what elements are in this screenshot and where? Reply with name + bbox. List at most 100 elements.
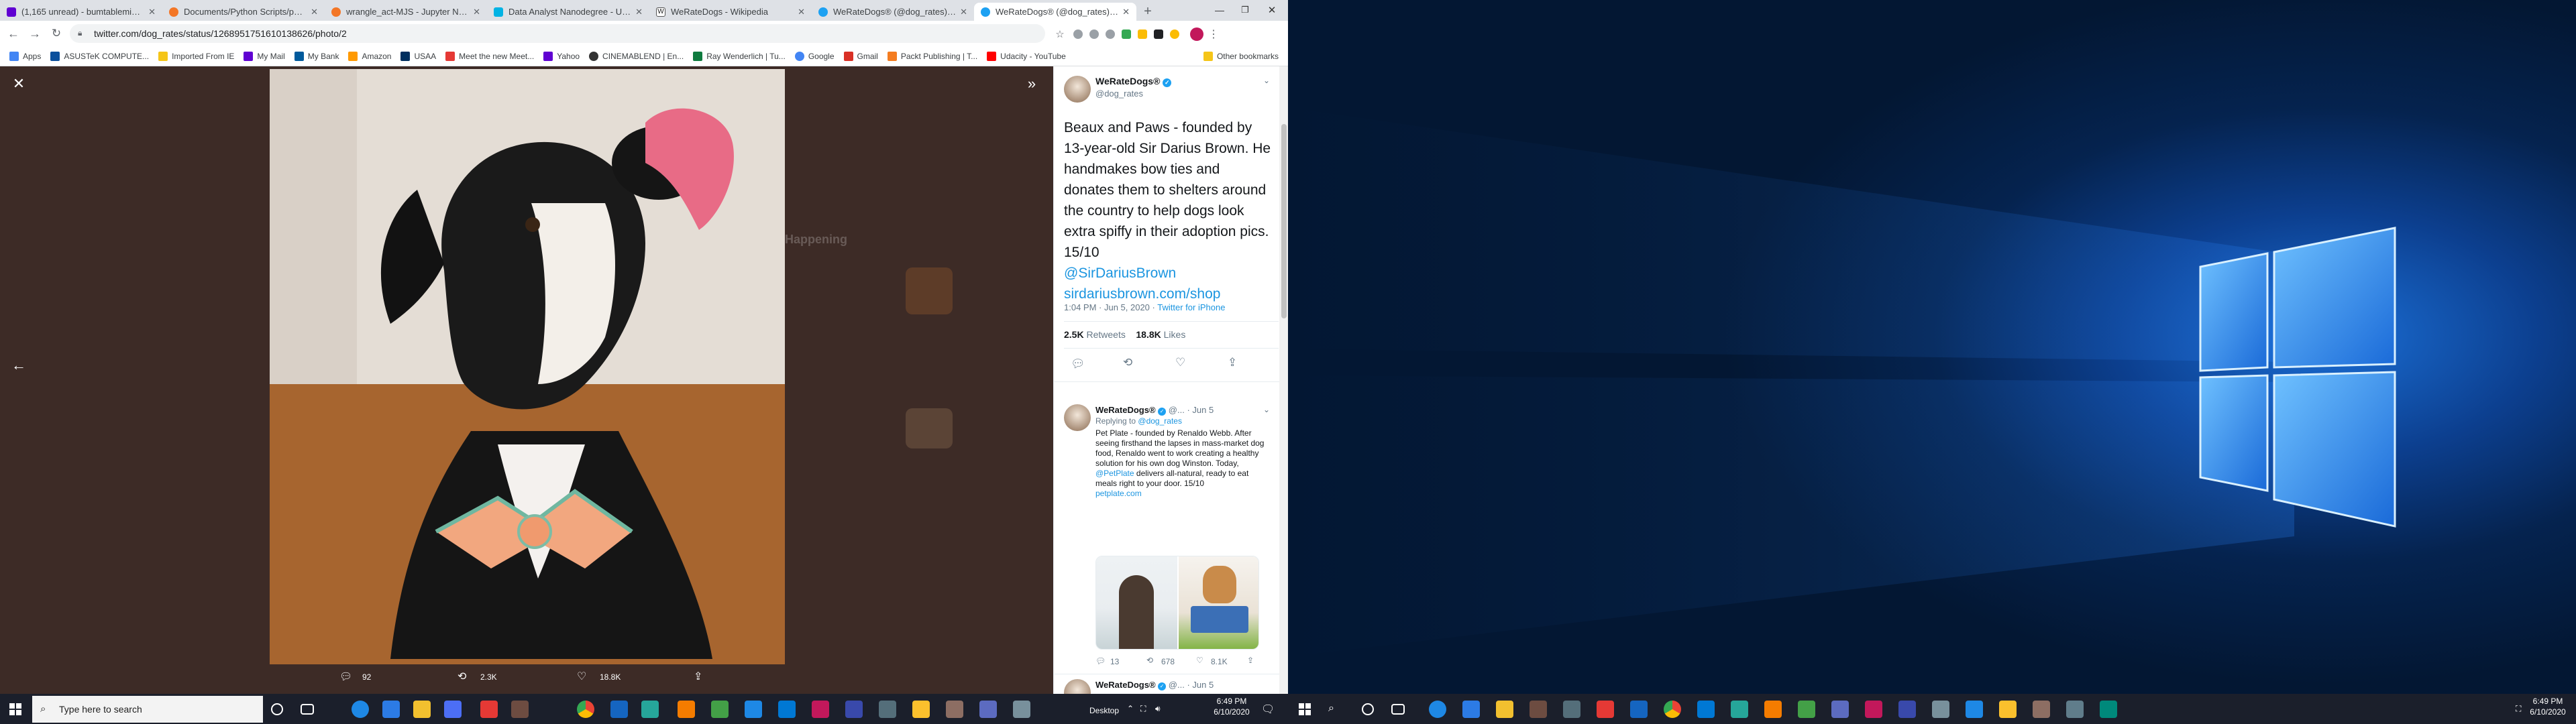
app-icon[interactable] bbox=[641, 701, 659, 718]
right-app-icon[interactable] bbox=[1865, 701, 1882, 718]
media-dog-with-food[interactable] bbox=[1179, 556, 1258, 649]
volume-icon[interactable]: 🔊︎ bbox=[1155, 704, 1161, 714]
tab-close-icon[interactable]: ✕ bbox=[635, 7, 643, 17]
bookmark-google[interactable]: Google bbox=[794, 51, 835, 61]
right-app-icon[interactable] bbox=[1697, 701, 1715, 718]
reply-website-link[interactable]: petplate.com bbox=[1095, 489, 1142, 498]
tab-close-icon[interactable]: ✕ bbox=[960, 7, 967, 17]
right-app-icon[interactable] bbox=[1831, 701, 1849, 718]
bookmark-ray-wenderlich[interactable]: Ray Wenderlich | Tu... bbox=[693, 51, 786, 61]
app-icon[interactable] bbox=[610, 701, 628, 718]
bookmark-packt[interactable]: Packt Publishing | T... bbox=[887, 51, 977, 61]
bookmark-star-icon[interactable]: ☆ bbox=[1053, 27, 1067, 41]
reply-author-handle[interactable]: @... bbox=[1169, 405, 1185, 415]
like-heart-icon[interactable]: ♡ bbox=[577, 670, 586, 683]
clock-left[interactable]: 6:49 PM 6/10/2020 bbox=[1212, 696, 1252, 717]
start-windows-icon[interactable] bbox=[5, 699, 25, 719]
app-icon[interactable] bbox=[711, 701, 729, 718]
right-task-view-icon[interactable] bbox=[1391, 704, 1405, 715]
right-app-icon[interactable] bbox=[1529, 701, 1547, 718]
back-arrow-icon[interactable]: ← bbox=[5, 25, 21, 42]
taskbar-search-box[interactable]: ⌕ Type here to search bbox=[32, 696, 263, 723]
tweet-source[interactable]: Twitter for iPhone bbox=[1157, 302, 1225, 312]
extension-icon[interactable] bbox=[1154, 29, 1163, 39]
tweet-time[interactable]: 1:04 PM · Jun 5, 2020 bbox=[1064, 302, 1150, 312]
cortana-icon[interactable] bbox=[271, 703, 283, 715]
right-app-icon[interactable] bbox=[1429, 701, 1446, 718]
share-icon[interactable]: ⇪ bbox=[1247, 656, 1254, 665]
right-cortana-icon[interactable] bbox=[1362, 703, 1374, 715]
app-icon[interactable] bbox=[946, 701, 963, 718]
app-icon[interactable] bbox=[778, 701, 796, 718]
tab-jupyter-notebook[interactable]: wrangle_act-MJS - Jupyter Notel... ✕ bbox=[325, 3, 487, 21]
retweet-icon[interactable]: ⟲ bbox=[1146, 656, 1153, 665]
retweet-icon[interactable]: ⟲ bbox=[458, 670, 466, 683]
extension-icon[interactable] bbox=[1122, 29, 1131, 39]
tweet-options-chevron-icon[interactable]: ⌄ bbox=[1263, 76, 1270, 85]
extension-icon[interactable] bbox=[1073, 29, 1083, 39]
avatar[interactable] bbox=[1064, 76, 1091, 103]
replying-to-handle[interactable]: @dog_rates bbox=[1138, 416, 1182, 426]
app-icon[interactable] bbox=[879, 701, 896, 718]
like-heart-icon[interactable]: ♡ bbox=[1196, 656, 1203, 665]
right-app-icon[interactable] bbox=[1462, 701, 1480, 718]
forward-arrow-icon[interactable]: → bbox=[27, 25, 43, 42]
media-person-with-dog[interactable] bbox=[1096, 556, 1177, 649]
profile-avatar[interactable] bbox=[1190, 27, 1203, 41]
bookmark-cinemablend[interactable]: CINEMABLEND | En... bbox=[589, 51, 684, 61]
bookmark-usaa[interactable]: USAA bbox=[400, 51, 436, 61]
share-icon[interactable]: ⇪ bbox=[694, 670, 702, 683]
scrollbar[interactable] bbox=[1279, 66, 1288, 694]
right-app-icon[interactable] bbox=[1999, 701, 2017, 718]
tweet-options-chevron-icon[interactable]: ⌄ bbox=[1263, 405, 1270, 414]
bookmark-gmail[interactable]: Gmail bbox=[843, 51, 878, 61]
bookmark-amazon[interactable]: Amazon bbox=[348, 51, 391, 61]
tab-twitter-1[interactable]: WeRateDogs® (@dog_rates) | Tw... ✕ bbox=[812, 3, 974, 21]
author-name[interactable]: WeRateDogs® ✓ bbox=[1095, 76, 1172, 87]
app-icon[interactable] bbox=[1013, 701, 1030, 718]
reply-date[interactable]: · Jun 5 bbox=[1187, 405, 1214, 415]
reply-media-grid[interactable] bbox=[1095, 556, 1259, 650]
store-icon[interactable] bbox=[382, 701, 400, 718]
app-icon[interactable] bbox=[745, 701, 762, 718]
right-search-icon[interactable]: ⌕ bbox=[1328, 703, 1334, 715]
right-start-windows-icon[interactable] bbox=[1295, 699, 1315, 719]
chrome-menu-icon[interactable]: ⋮ bbox=[1208, 27, 1219, 41]
edge-icon[interactable] bbox=[352, 701, 369, 718]
right-app-icon[interactable] bbox=[1563, 701, 1580, 718]
restore-icon[interactable]: ❐ bbox=[1233, 1, 1257, 19]
bookmark-my-bank[interactable]: My Bank bbox=[294, 51, 339, 61]
right-app-icon[interactable] bbox=[1597, 701, 1614, 718]
right-app-icon[interactable] bbox=[2100, 701, 2117, 718]
reply-icon[interactable]: 💬︎ bbox=[339, 670, 352, 682]
tab-yahoo-mail[interactable]: (1,165 unread) - bumtablemike@... ✕ bbox=[0, 3, 162, 21]
right-app-icon[interactable] bbox=[1731, 701, 1748, 718]
tab-close-icon[interactable]: ✕ bbox=[1122, 7, 1130, 17]
right-app-icon[interactable] bbox=[1898, 701, 1916, 718]
bookmark-imported[interactable]: Imported From IE bbox=[158, 51, 234, 61]
reload-icon[interactable]: ↻ bbox=[48, 25, 64, 42]
app-icon[interactable] bbox=[979, 701, 997, 718]
collapse-panel-icon[interactable]: » bbox=[1024, 75, 1040, 92]
app-icon[interactable] bbox=[912, 701, 930, 718]
bookmark-meet[interactable]: Meet the new Meet... bbox=[445, 51, 534, 61]
bookmark-other[interactable]: Other bookmarks bbox=[1203, 51, 1279, 61]
desktop-toolbar-label[interactable]: Desktop bbox=[1089, 705, 1119, 716]
tray-overflow-chevron-icon[interactable]: ⌃ bbox=[1127, 704, 1134, 713]
tab-jupyter-files[interactable]: Documents/Python Scripts/pand... ✕ bbox=[162, 3, 325, 21]
third-tweet-avatar[interactable] bbox=[1064, 679, 1091, 694]
right-app-icon[interactable] bbox=[1630, 701, 1648, 718]
extension-icon[interactable] bbox=[1106, 29, 1115, 39]
clock-right[interactable]: 6:49 PM 6/10/2020 bbox=[2528, 696, 2568, 717]
right-chrome-icon[interactable] bbox=[1664, 701, 1681, 718]
right-app-icon[interactable] bbox=[1798, 701, 1815, 718]
tab-udacity[interactable]: Data Analyst Nanodegree - Udaci...✕ bbox=[487, 3, 649, 21]
bookmark-apps[interactable]: Apps bbox=[9, 51, 41, 61]
previous-photo-arrow-icon[interactable]: ← bbox=[9, 356, 28, 375]
action-center-icon[interactable]: 🗨︎ bbox=[1261, 703, 1275, 716]
bookmark-asus[interactable]: ASUSTeK COMPUTE... bbox=[50, 51, 149, 61]
app-icon[interactable] bbox=[480, 701, 498, 718]
extension-icon[interactable] bbox=[1138, 29, 1147, 39]
retweet-icon[interactable]: ⟲ bbox=[1123, 356, 1132, 369]
tab-close-icon[interactable]: ✕ bbox=[311, 7, 318, 17]
